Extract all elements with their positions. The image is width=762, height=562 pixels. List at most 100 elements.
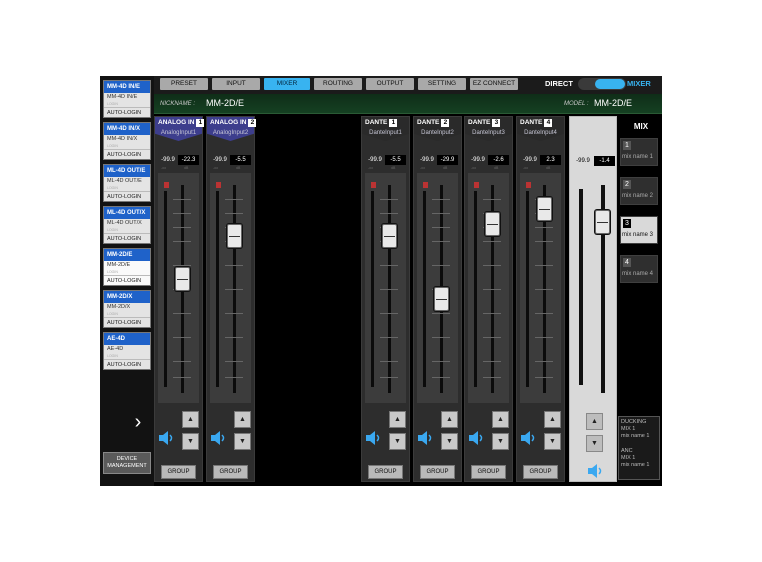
mode-toggle-knob: [595, 79, 625, 89]
device-card[interactable]: AE-4D AE-4D LOGIN AUTO-LOGIN: [103, 332, 151, 370]
level-down-button[interactable]: ▼: [234, 433, 251, 450]
level-value: -2.6: [488, 155, 509, 165]
tab-routing[interactable]: ROUTING: [314, 78, 362, 90]
mix-number: 3: [623, 219, 631, 228]
channel-name: ANALOG IN 1: [158, 119, 205, 127]
mix-select-3[interactable]: 3 mix name 3: [620, 216, 658, 244]
device-card[interactable]: MM-2D/X MM-2D/X LOGIN AUTO-LOGIN: [103, 290, 151, 328]
mix-master-strip: -99.9 -1.4 ▲ ▼: [569, 116, 617, 482]
speaker-icon[interactable]: [364, 429, 382, 447]
device-card[interactable]: MM-4D IN/E MM-4D IN/E LOGIN AUTO-LOGIN: [103, 80, 151, 118]
mix-select-2[interactable]: 2 mix name 2: [620, 177, 658, 205]
tab-ez-connect[interactable]: EZ CONNECT: [470, 78, 518, 90]
device-name: MM-4D IN/E: [104, 81, 150, 93]
level-up-button[interactable]: ▲: [441, 411, 458, 428]
mix-name: mix name 4: [622, 271, 654, 277]
device-name: ML-4D OUT/X: [104, 207, 150, 219]
chevron-right-icon[interactable]: ›: [130, 412, 146, 432]
fader-knob[interactable]: [175, 267, 190, 292]
device-card[interactable]: ML-4D OUT/E ML-4D OUT/E LOGIN AUTO-LOGIN: [103, 164, 151, 202]
speaker-icon[interactable]: [519, 429, 537, 447]
device-auto-login[interactable]: AUTO-LOGIN: [104, 233, 150, 243]
master-fader-knob[interactable]: [595, 210, 610, 235]
ducking-mix: MIX 1: [621, 426, 636, 432]
device-info-bar: NICKNAME : MM-2D/E MODEL : MM-2D/E: [154, 94, 662, 114]
device-card[interactable]: ML-4D OUT/X ML-4D OUT/X LOGIN AUTO-LOGIN: [103, 206, 151, 244]
device-model: MM-4D IN/E: [107, 94, 138, 100]
group-button[interactable]: GROUP: [213, 465, 248, 479]
mix-select-4[interactable]: 4 mix name 4: [620, 255, 658, 283]
fader-knob[interactable]: [485, 212, 500, 237]
tab-setting[interactable]: SETTING: [418, 78, 466, 90]
fader-scale-tick: [173, 241, 191, 242]
level-value: 2.3: [540, 155, 561, 165]
level-meter: [164, 191, 167, 387]
device-auto-login[interactable]: AUTO-LOGIN: [104, 317, 150, 327]
level-down-button[interactable]: ▼: [492, 433, 509, 450]
fader-scale-tick: [483, 199, 501, 200]
fader-scale-tick: [535, 289, 553, 290]
tab-input[interactable]: INPUT: [212, 78, 260, 90]
device-auto-login[interactable]: AUTO-LOGIN: [104, 191, 150, 201]
speaker-icon[interactable]: [209, 429, 227, 447]
level-down-button[interactable]: ▼: [441, 433, 458, 450]
master-up-button[interactable]: ▲: [586, 413, 603, 430]
device-card[interactable]: MM-4D IN/X MM-4D IN/X LOGIN AUTO-LOGIN: [103, 122, 151, 160]
device-auto-login[interactable]: AUTO-LOGIN: [104, 359, 150, 369]
fader-scale-tick: [225, 199, 243, 200]
speaker-icon[interactable]: [467, 429, 485, 447]
speaker-icon[interactable]: [416, 429, 434, 447]
mixer-mode-label: MIXER: [627, 79, 651, 88]
level-down-button[interactable]: ▼: [182, 433, 199, 450]
level-up-button[interactable]: ▲: [234, 411, 251, 428]
channel-number: 3: [492, 119, 501, 127]
fader-knob[interactable]: [434, 286, 449, 311]
level-min: -99.9: [420, 157, 434, 163]
device-auto-login[interactable]: AUTO-LOGIN: [104, 149, 150, 159]
mix-name: mix name 3: [622, 232, 654, 238]
fader-scale-tick: [483, 289, 501, 290]
master-down-button[interactable]: ▼: [586, 435, 603, 452]
level-down-button[interactable]: ▼: [389, 433, 406, 450]
fader-scale-tick: [225, 377, 243, 378]
fader-scale-tick: [535, 227, 553, 228]
level-up-button[interactable]: ▲: [182, 411, 199, 428]
device-card-selected[interactable]: MM-2D/E MM-2D/E LOGIN AUTO-LOGIN: [103, 248, 151, 286]
meter-scale: -oo dB: [213, 166, 241, 170]
group-button[interactable]: GROUP: [471, 465, 506, 479]
channel-levels: -99.9 -22.3: [156, 155, 201, 165]
fader-scale-tick: [483, 265, 501, 266]
fader-knob[interactable]: [382, 224, 397, 249]
speaker-icon[interactable]: [157, 429, 175, 447]
fader-knob[interactable]: [537, 196, 552, 221]
level-up-button[interactable]: ▲: [492, 411, 509, 428]
level-up-button[interactable]: ▲: [544, 411, 561, 428]
nickname-value[interactable]: MM-2D/E: [206, 98, 244, 108]
group-button[interactable]: GROUP: [368, 465, 403, 479]
level-min: -99.9: [471, 157, 485, 163]
device-model: ML-4D OUT/X: [107, 220, 142, 226]
level-down-button[interactable]: ▼: [544, 433, 561, 450]
fader-scale-tick: [173, 361, 191, 362]
level-up-button[interactable]: ▲: [389, 411, 406, 428]
tab-preset[interactable]: PRESET: [160, 78, 208, 90]
mix-name: mix name 1: [622, 154, 654, 160]
mix-select-1[interactable]: 1 mix name 1: [620, 138, 658, 166]
group-button[interactable]: GROUP: [523, 465, 558, 479]
channel-name: DANTE 3: [468, 119, 501, 127]
level-meter: [371, 191, 374, 387]
fader-scale-tick: [483, 313, 501, 314]
fader-knob[interactable]: [227, 224, 242, 249]
group-button[interactable]: GROUP: [161, 465, 196, 479]
level-meter: [526, 191, 529, 387]
tab-mixer[interactable]: MIXER: [264, 78, 310, 90]
tab-output[interactable]: OUTPUT: [366, 78, 414, 90]
level-min: -99.9: [161, 157, 175, 163]
group-button[interactable]: GROUP: [420, 465, 455, 479]
mix-number: 2: [623, 180, 631, 189]
device-management-button[interactable]: DEVICE MANAGEMENT: [103, 452, 151, 474]
speaker-icon[interactable]: [586, 462, 604, 480]
device-auto-login[interactable]: AUTO-LOGIN: [104, 275, 150, 285]
mode-toggle[interactable]: [578, 78, 626, 90]
device-auto-login[interactable]: AUTO-LOGIN: [104, 107, 150, 117]
